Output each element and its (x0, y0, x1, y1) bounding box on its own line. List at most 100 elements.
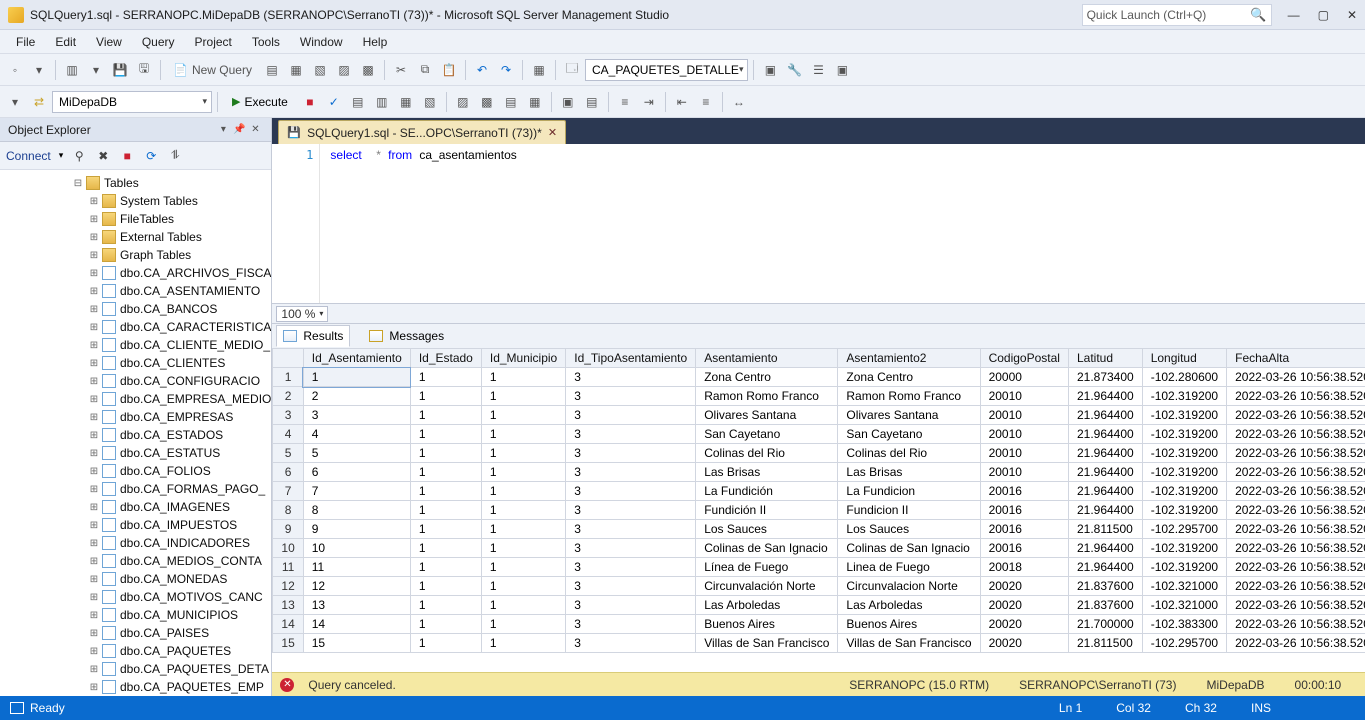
comment-icon[interactable]: ▤ (581, 91, 603, 113)
grid-cell[interactable]: 3 (566, 634, 696, 653)
tree-node[interactable]: ⊞dbo.CA_BANCOS (4, 300, 271, 318)
grid-cell[interactable]: 1 (410, 368, 481, 387)
include-plan-icon[interactable]: ▧ (419, 91, 441, 113)
grid-cell[interactable]: 20010 (980, 444, 1068, 463)
tree-node[interactable]: ⊞dbo.CA_FORMAS_PAGO_ (4, 480, 271, 498)
grid-cell[interactable]: 2022-03-26 10:56:38.520 (1227, 444, 1365, 463)
results-file-icon[interactable]: ▣ (557, 91, 579, 113)
est-plan-icon[interactable]: ▤ (347, 91, 369, 113)
expand-icon[interactable]: ⊞ (88, 376, 100, 387)
connect-icon[interactable]: ▾ (4, 91, 26, 113)
activity-monitor-icon[interactable]: ▣ (759, 59, 781, 81)
expand-icon[interactable]: ⊟ (72, 178, 84, 189)
column-header[interactable]: CodigoPostal (980, 349, 1068, 368)
row-number[interactable]: 14 (273, 615, 303, 634)
grid-cell[interactable]: 1 (410, 577, 481, 596)
grid-cell[interactable]: Colinas de San Ignacio (696, 539, 838, 558)
tree-node[interactable]: ⊞dbo.CA_ARCHIVOS_FISCA (4, 264, 271, 282)
grid-cell[interactable]: -102.319200 (1142, 425, 1226, 444)
grid-cell[interactable]: Colinas del Rio (696, 444, 838, 463)
grid-cell[interactable]: -102.319200 (1142, 387, 1226, 406)
tree-node[interactable]: ⊞dbo.CA_ESTATUS (4, 444, 271, 462)
grid-cell[interactable]: 1 (410, 539, 481, 558)
parse-icon[interactable]: ✓ (323, 91, 345, 113)
grid-cell[interactable]: 2022-03-26 10:56:38.520 (1227, 539, 1365, 558)
tree-node[interactable]: ⊞System Tables (4, 192, 271, 210)
grid-cell[interactable]: 1 (481, 463, 565, 482)
grid-cell[interactable]: 21.964400 (1068, 444, 1142, 463)
menu-help[interactable]: Help (353, 30, 398, 53)
client-stats-icon[interactable]: ▩ (476, 91, 498, 113)
redo-icon[interactable]: ↷ (495, 59, 517, 81)
grid-cell[interactable]: 21.964400 (1068, 482, 1142, 501)
grid-cell[interactable]: Buenos Aires (696, 615, 838, 634)
expand-icon[interactable]: ⊞ (88, 394, 100, 405)
grid-cell[interactable]: 20000 (980, 368, 1068, 387)
grid-cell[interactable]: Fundicion II (838, 501, 980, 520)
live-stats-icon[interactable]: ▨ (452, 91, 474, 113)
expand-icon[interactable]: ⊞ (88, 430, 100, 441)
grid-cell[interactable]: 20010 (980, 463, 1068, 482)
tree-node[interactable]: ⊞dbo.CA_CLIENTES (4, 354, 271, 372)
zoom-dropdown[interactable]: 100 %▾ (276, 306, 328, 322)
expand-icon[interactable]: ⊞ (88, 628, 100, 639)
tool-icon[interactable]: 🔧 (783, 59, 805, 81)
grid-cell[interactable]: 20016 (980, 539, 1068, 558)
row-number[interactable]: 6 (273, 463, 303, 482)
minimize-button[interactable]: — (1288, 8, 1300, 22)
sql-code[interactable]: select * from ca_asentamientos (320, 144, 1365, 303)
save-all-icon[interactable]: 🖫 (133, 59, 155, 81)
tree-node[interactable]: ⊞dbo.CA_CARACTERISTICA (4, 318, 271, 336)
grid-cell[interactable]: Colinas de San Ignacio (838, 539, 980, 558)
grid-cell[interactable]: 1 (410, 501, 481, 520)
grid-cell[interactable]: 8 (303, 501, 410, 520)
grid-cell[interactable]: Villas de San Francisco (696, 634, 838, 653)
filter-icon[interactable]: ⚲ (71, 149, 87, 163)
expand-icon[interactable]: ⊞ (88, 286, 100, 297)
menu-view[interactable]: View (86, 30, 132, 53)
change-conn-icon[interactable]: ⇄ (28, 91, 50, 113)
expand-icon[interactable]: ⊞ (88, 196, 100, 207)
grid-cell[interactable]: 3 (566, 596, 696, 615)
grid-cell[interactable]: Las Brisas (696, 463, 838, 482)
quick-launch-search[interactable]: Quick Launch (Ctrl+Q) 🔍 (1082, 4, 1272, 26)
grid-cell[interactable]: 21.873400 (1068, 368, 1142, 387)
grid-cell[interactable]: 1 (410, 444, 481, 463)
grid-cell[interactable]: 10 (303, 539, 410, 558)
grid-cell[interactable]: 2022-03-26 10:56:38.520 (1227, 425, 1365, 444)
refresh-icon[interactable]: ⟳ (143, 149, 159, 163)
grid-cell[interactable]: Zona Centro (838, 368, 980, 387)
copy-icon[interactable]: ⧉ (414, 59, 436, 81)
xe-icon[interactable]: ▦ (285, 59, 307, 81)
grid-cell[interactable]: 20016 (980, 520, 1068, 539)
menu-window[interactable]: Window (290, 30, 353, 53)
grid-cell[interactable]: 4 (303, 425, 410, 444)
row-number[interactable]: 13 (273, 596, 303, 615)
expand-icon[interactable]: ⊞ (88, 574, 100, 585)
expand-icon[interactable]: ⊞ (88, 214, 100, 225)
grid-cell[interactable]: Zona Centro (696, 368, 838, 387)
tree-node[interactable]: ⊞dbo.CA_IMPUESTOS (4, 516, 271, 534)
column-header[interactable]: Id_Asentamiento (303, 349, 410, 368)
grid-cell[interactable]: 1 (481, 501, 565, 520)
grid-cell[interactable]: 21.964400 (1068, 463, 1142, 482)
grid-cell[interactable]: 3 (566, 558, 696, 577)
row-number[interactable]: 5 (273, 444, 303, 463)
grid-cell[interactable]: 1 (410, 558, 481, 577)
grid-cell[interactable]: 3 (566, 387, 696, 406)
cut-icon[interactable]: ✂ (390, 59, 412, 81)
grid-cell[interactable]: 1 (481, 444, 565, 463)
grid-cell[interactable]: 20018 (980, 558, 1068, 577)
grid-cell[interactable]: 20020 (980, 577, 1068, 596)
pulse-icon[interactable]: ⥮ (167, 148, 183, 163)
grid-cell[interactable]: 1 (410, 463, 481, 482)
row-number[interactable]: 9 (273, 520, 303, 539)
grid-cell[interactable]: Los Sauces (696, 520, 838, 539)
expand-icon[interactable]: ⊞ (88, 448, 100, 459)
expand-icon[interactable]: ⊞ (88, 682, 100, 693)
column-header[interactable]: Id_Estado (410, 349, 481, 368)
menu-file[interactable]: File (6, 30, 45, 53)
grid-cell[interactable]: 20020 (980, 634, 1068, 653)
grid-cell[interactable]: 21.964400 (1068, 425, 1142, 444)
grid-cell[interactable]: 6 (303, 463, 410, 482)
